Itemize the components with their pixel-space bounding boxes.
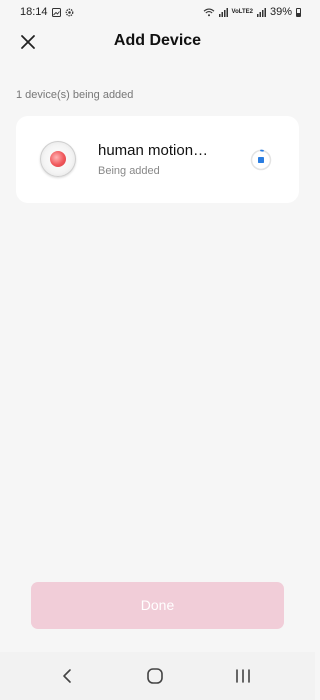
gallery-icon	[51, 7, 61, 17]
status-bar: 18:14 VoLTE2 39%	[0, 0, 315, 24]
back-icon	[61, 668, 73, 684]
navigation-bar	[0, 652, 315, 700]
settings-icon	[65, 8, 74, 17]
signal-icon	[256, 7, 266, 17]
device-card[interactable]: human motion… Being added	[16, 116, 299, 203]
home-button[interactable]	[145, 666, 165, 686]
device-status: Being added	[98, 165, 160, 177]
status-bar-left: 18:14	[20, 6, 74, 18]
recents-button[interactable]	[233, 666, 253, 686]
device-name: human motion…	[98, 142, 209, 159]
recents-icon	[234, 668, 252, 684]
sensor-lens	[50, 151, 66, 167]
done-button[interactable]: Done	[31, 582, 284, 629]
status-bar-right: VoLTE2 39%	[203, 6, 301, 18]
battery-icon	[296, 7, 301, 17]
volte-icon: VoLTE2	[231, 9, 253, 15]
header: Add Device	[0, 24, 315, 60]
home-icon	[146, 667, 164, 685]
back-button[interactable]	[57, 666, 77, 686]
devices-adding-count: 1 device(s) being added	[16, 89, 134, 101]
status-time: 18:14	[20, 6, 48, 18]
wifi-icon	[203, 8, 215, 17]
app-screen: 18:14 VoLTE2 39% Add Device 1 device(s) …	[0, 0, 315, 700]
progress-spinner-icon	[250, 149, 272, 171]
motion-sensor-icon	[40, 141, 76, 177]
page-title: Add Device	[113, 32, 202, 49]
signal-icon	[218, 7, 228, 17]
battery-percent: 39%	[269, 6, 292, 18]
